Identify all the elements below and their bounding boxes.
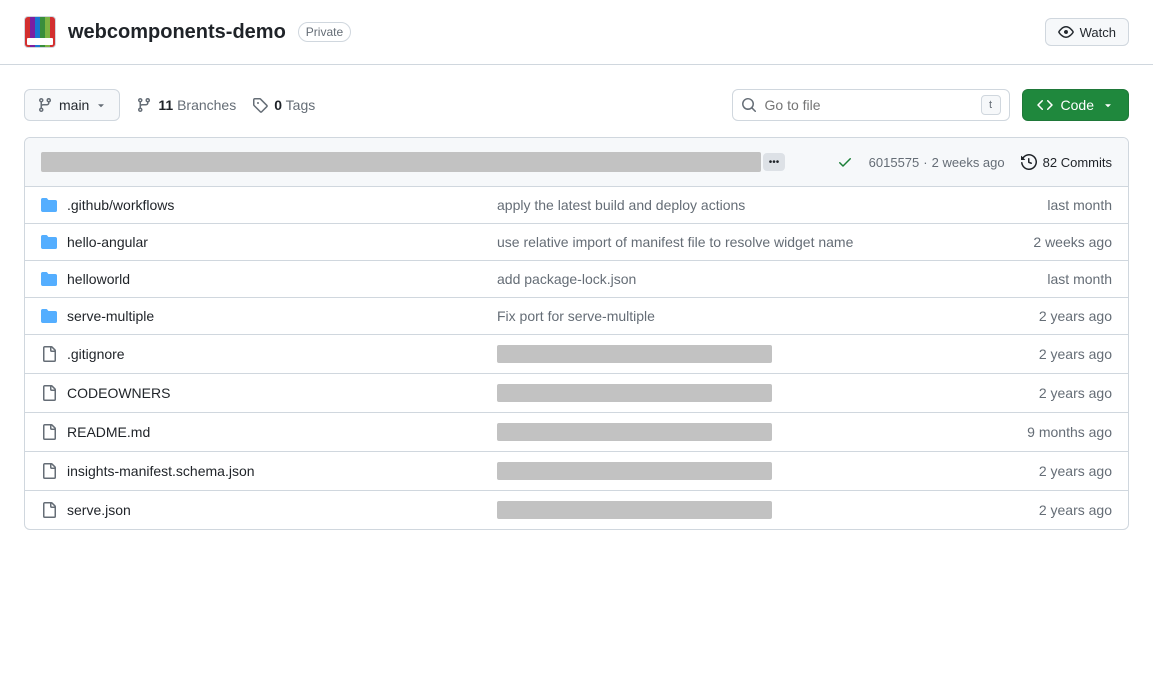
commit-message[interactable]: add package-lock.json bbox=[497, 271, 636, 287]
table-row: README.md 9 months ago bbox=[25, 413, 1128, 452]
folder-icon bbox=[41, 308, 57, 324]
file-age: 9 months ago bbox=[982, 424, 1112, 440]
table-row: CODEOWNERS 2 years ago bbox=[25, 374, 1128, 413]
commit-message[interactable]: apply the latest build and deploy action… bbox=[497, 197, 745, 213]
file-icon bbox=[41, 346, 57, 362]
file-name[interactable]: insights-manifest.schema.json bbox=[67, 463, 255, 479]
folder-icon bbox=[41, 197, 57, 213]
file-icon bbox=[41, 463, 57, 479]
tags-count: 0 bbox=[274, 97, 282, 113]
history-icon bbox=[1021, 154, 1037, 170]
repo-avatar[interactable] bbox=[24, 16, 56, 48]
eye-icon bbox=[1058, 24, 1074, 40]
tags-label: Tags bbox=[286, 97, 316, 113]
repo-name[interactable]: webcomponents-demo bbox=[68, 21, 286, 44]
table-row: helloworld add package-lock.json last mont… bbox=[25, 261, 1128, 298]
branch-picker-button[interactable]: main bbox=[24, 89, 120, 121]
file-age: 2 years ago bbox=[982, 346, 1112, 362]
commit-sha[interactable]: 6015575 bbox=[869, 155, 920, 170]
file-age: last month bbox=[982, 197, 1112, 213]
branches-label: Branches bbox=[177, 97, 236, 113]
commits-link[interactable]: 82 Commits bbox=[1021, 154, 1112, 170]
check-icon[interactable] bbox=[837, 154, 853, 170]
file-name[interactable]: .gitignore bbox=[67, 346, 125, 362]
commit-age: 2 weeks ago bbox=[932, 155, 1005, 170]
file-icon bbox=[41, 385, 57, 401]
file-age: 2 years ago bbox=[982, 308, 1112, 324]
file-age: 2 years ago bbox=[982, 385, 1112, 401]
latest-commit-bar: ••• 6015575 · 2 weeks ago 82 Commits bbox=[25, 138, 1128, 187]
file-name[interactable]: .github/workflows bbox=[67, 197, 174, 213]
folder-icon bbox=[41, 271, 57, 287]
file-name[interactable]: README.md bbox=[67, 424, 150, 440]
search-kbd: t bbox=[981, 95, 1001, 115]
file-name[interactable]: serve-multiple bbox=[67, 308, 154, 324]
tags-link[interactable]: 0 Tags bbox=[252, 97, 315, 113]
redacted-commit-message bbox=[497, 423, 772, 441]
code-label: Code bbox=[1061, 97, 1094, 113]
triangle-down-icon bbox=[95, 99, 107, 111]
triangle-down-icon bbox=[1102, 99, 1114, 111]
visibility-badge: Private bbox=[298, 22, 351, 42]
tag-icon bbox=[252, 97, 268, 113]
file-name[interactable]: CODEOWNERS bbox=[67, 385, 170, 401]
redacted-commit-message bbox=[497, 462, 772, 480]
table-row: insights-manifest.schema.json 2 years ago bbox=[25, 452, 1128, 491]
file-search[interactable]: t bbox=[732, 89, 1010, 121]
code-icon bbox=[1037, 97, 1053, 113]
redacted-commit-message bbox=[497, 501, 772, 519]
table-row: hello-angular use relative import of mani… bbox=[25, 224, 1128, 261]
file-name[interactable]: hello-angular bbox=[67, 234, 148, 250]
file-list: ••• 6015575 · 2 weeks ago 82 Commits .gi… bbox=[24, 137, 1129, 530]
file-name[interactable]: serve.json bbox=[67, 502, 131, 518]
file-age: 2 weeks ago bbox=[982, 234, 1112, 250]
commit-message[interactable]: Fix port for serve-multiple bbox=[497, 308, 655, 324]
file-icon bbox=[41, 424, 57, 440]
branches-count: 11 bbox=[158, 97, 173, 113]
file-name[interactable]: helloworld bbox=[67, 271, 130, 287]
table-row: serve-multiple Fix port for serve-multipl… bbox=[25, 298, 1128, 335]
watch-button[interactable]: Watch bbox=[1045, 18, 1129, 46]
table-row: .github/workflows apply the latest build … bbox=[25, 187, 1128, 224]
file-toolbar: main 11 Branches 0 Tags t Code bbox=[0, 89, 1153, 121]
commit-message[interactable]: use relative import of manifest file to … bbox=[497, 234, 853, 250]
watch-label: Watch bbox=[1080, 25, 1116, 40]
file-age: 2 years ago bbox=[982, 502, 1112, 518]
redacted-commit-author bbox=[41, 152, 761, 172]
file-icon bbox=[41, 502, 57, 518]
redacted-commit-message bbox=[497, 384, 772, 402]
file-search-input[interactable] bbox=[765, 97, 973, 113]
commits-label: Commits bbox=[1061, 155, 1112, 170]
git-branch-icon bbox=[37, 97, 53, 113]
git-branch-icon bbox=[136, 97, 152, 113]
table-row: .gitignore 2 years ago bbox=[25, 335, 1128, 374]
branch-label: main bbox=[59, 97, 89, 113]
table-row: serve.json 2 years ago bbox=[25, 491, 1128, 529]
redacted-commit-message bbox=[497, 345, 772, 363]
commit-ellipsis-button[interactable]: ••• bbox=[763, 153, 785, 171]
search-icon bbox=[741, 97, 757, 113]
branches-link[interactable]: 11 Branches bbox=[136, 97, 236, 113]
repo-header: webcomponents-demo Private Watch bbox=[0, 0, 1153, 65]
file-age: 2 years ago bbox=[982, 463, 1112, 479]
folder-icon bbox=[41, 234, 57, 250]
file-age: last month bbox=[982, 271, 1112, 287]
commits-count: 82 bbox=[1043, 155, 1057, 170]
code-button[interactable]: Code bbox=[1022, 89, 1129, 121]
